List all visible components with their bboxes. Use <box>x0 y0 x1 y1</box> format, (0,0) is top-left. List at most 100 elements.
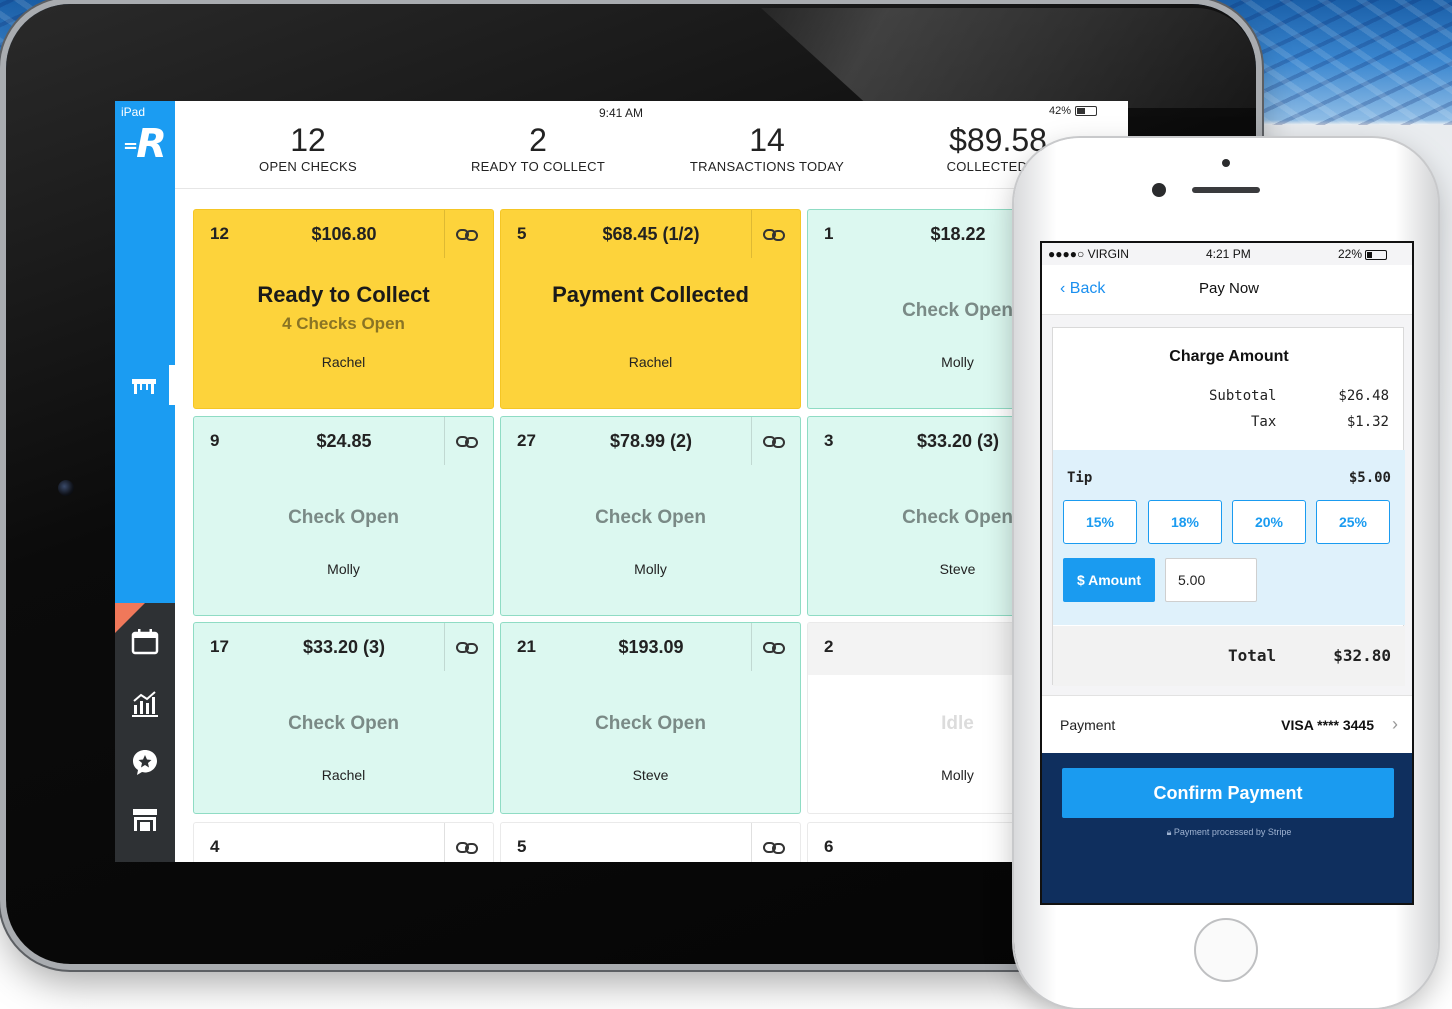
check-amount: $33.20 (3) <box>302 637 386 657</box>
server-name: Rachel <box>321 767 366 783</box>
total-label: Total <box>1228 646 1277 665</box>
tip-18-button[interactable]: 18% <box>1148 500 1222 544</box>
table-number: 5 <box>517 224 527 243</box>
check-amount: $106.80 <box>311 224 377 244</box>
confirm-section: Confirm Payment 🔒︎ Payment processed by … <box>1042 753 1412 903</box>
check-status: Check Open <box>595 507 706 528</box>
earpiece-speaker <box>1192 187 1260 193</box>
battery-icon <box>1365 249 1388 260</box>
link-icon[interactable] <box>456 841 478 855</box>
device-label: iPad <box>121 105 146 119</box>
calendar-icon[interactable] <box>130 627 160 657</box>
payment-method-row[interactable]: Payment VISA **** 3445 › <box>1042 695 1412 753</box>
total-row: Total $32.80 <box>1053 626 1405 686</box>
table-icon[interactable] <box>129 371 159 401</box>
confirm-payment-button[interactable]: Confirm Payment <box>1062 768 1394 818</box>
check-card[interactable]: 21 $193.09 Check Open Steve <box>500 622 801 814</box>
server-name: Rachel <box>321 354 366 370</box>
iphone-device: ●●●●○ VIRGIN 4:21 PM 22% ‹ Back Pay Now … <box>1014 138 1438 1008</box>
ipad-screen: =R iPad 9:41 AM 42% 12 OPEN CHECKS 2 READY… <box>115 101 1128 862</box>
card-divider <box>751 823 752 862</box>
stat-ready-to-collect[interactable]: 2 READY TO COLLECT <box>423 123 653 174</box>
server-name: Molly <box>634 561 667 577</box>
iphone-screen: ●●●●○ VIRGIN 4:21 PM 22% ‹ Back Pay Now … <box>1040 241 1414 905</box>
link-icon[interactable] <box>763 435 785 449</box>
card-divider <box>751 417 752 465</box>
check-amount: $68.45 (1/2) <box>602 224 700 244</box>
total-value: $32.80 <box>1333 646 1391 665</box>
subtotal-label: Subtotal <box>1209 388 1277 404</box>
tip-20-button[interactable]: 20% <box>1232 500 1306 544</box>
check-amount: $193.09 <box>618 637 684 657</box>
check-card[interactable]: 4 <box>193 822 494 862</box>
stat-transactions-today[interactable]: 14 TRANSACTIONS TODAY <box>652 123 882 174</box>
check-card[interactable]: 5 $68.45 (1/2) Payment Collected Rachel <box>500 209 801 409</box>
chart-icon[interactable] <box>130 689 160 719</box>
payment-card: VISA **** 3445 <box>1281 717 1374 733</box>
card-divider <box>444 623 445 671</box>
ipad-status-bar: iPad 9:41 AM 42% <box>115 101 1128 123</box>
check-card[interactable]: 17 $33.20 (3) Check Open Rachel <box>193 622 494 814</box>
tip-15-button[interactable]: 15% <box>1063 500 1137 544</box>
check-status: Check Open <box>288 507 399 528</box>
tip-25-button[interactable]: 25% <box>1316 500 1390 544</box>
link-icon[interactable] <box>456 228 478 242</box>
link-icon[interactable] <box>763 841 785 855</box>
tip-section: Tip $5.00 15% 18% 20% 25% $ Amount 5.00 <box>1053 450 1405 625</box>
card-divider <box>751 623 752 671</box>
table-number: 12 <box>210 224 229 243</box>
stat-open-checks[interactable]: 12 OPEN CHECKS <box>193 123 423 174</box>
card-divider <box>444 417 445 465</box>
tax-label: Tax <box>1251 414 1277 430</box>
nav-bar: ‹ Back Pay Now <box>1042 265 1412 315</box>
card-divider <box>751 210 752 258</box>
check-card[interactable]: 9 $24.85 Check Open Molly <box>193 416 494 616</box>
table-number: 27 <box>517 431 536 450</box>
table-number: 9 <box>210 431 220 450</box>
proximity-sensor <box>1222 159 1230 167</box>
table-number: 17 <box>210 637 229 656</box>
check-amount: $78.99 (2) <box>609 431 693 451</box>
table-number: 3 <box>824 431 834 450</box>
tip-label: Tip <box>1067 470 1093 486</box>
table-number: 2 <box>824 637 834 656</box>
link-icon[interactable] <box>456 435 478 449</box>
check-card[interactable]: 27 $78.99 (2) Check Open Molly <box>500 416 801 616</box>
server-name: Rachel <box>628 354 673 370</box>
link-icon[interactable] <box>763 228 785 242</box>
card-divider <box>444 823 445 862</box>
tip-amount-input[interactable]: 5.00 <box>1165 558 1257 602</box>
phone-time: 4:21 PM <box>1206 247 1251 261</box>
sidebar: =R <box>115 101 175 862</box>
tax-value: $1.32 <box>1346 414 1389 430</box>
checks-grid: 12 $106.80 Ready to Collect 4 Checks Open Ra… <box>193 209 1128 862</box>
check-substatus: 4 Checks Open <box>282 314 405 333</box>
server-name: Steve <box>632 767 669 783</box>
server-name: Molly <box>327 561 360 577</box>
table-number: 6 <box>824 837 834 856</box>
link-icon[interactable] <box>763 641 785 655</box>
table-number: 21 <box>517 637 536 656</box>
nav-title: Pay Now <box>1198 280 1260 297</box>
stats-header: 12 OPEN CHECKS 2 READY TO COLLECT 14 TRANSA… <box>175 123 1128 189</box>
sidebar-active-indicator <box>169 365 175 405</box>
table-number: 1 <box>824 224 834 243</box>
link-icon[interactable] <box>456 641 478 655</box>
store-icon[interactable] <box>130 805 160 835</box>
front-camera <box>1152 183 1166 197</box>
table-number: 5 <box>517 837 527 856</box>
star-chat-icon[interactable] <box>130 747 160 777</box>
home-button[interactable] <box>1194 918 1258 982</box>
check-status: Payment Collected <box>552 282 749 307</box>
status-time: 9:41 AM <box>599 106 644 120</box>
check-card[interactable]: 12 $106.80 Ready to Collect 4 Checks Open Ra… <box>193 209 494 409</box>
card-divider <box>444 210 445 258</box>
check-status: Check Open <box>595 713 706 734</box>
custom-amount-button[interactable]: $ Amount <box>1063 558 1155 602</box>
check-card[interactable]: 5 <box>500 822 801 862</box>
status-battery: 42% <box>1049 105 1098 117</box>
phone-battery: 22% <box>1338 247 1388 261</box>
charge-amount-card: Charge Amount Subtotal $26.48 Tax $1.32 … <box>1052 327 1405 686</box>
payment-label: Payment <box>1060 717 1116 733</box>
stripe-note: 🔒︎ Payment processed by Stripe <box>1166 827 1292 837</box>
